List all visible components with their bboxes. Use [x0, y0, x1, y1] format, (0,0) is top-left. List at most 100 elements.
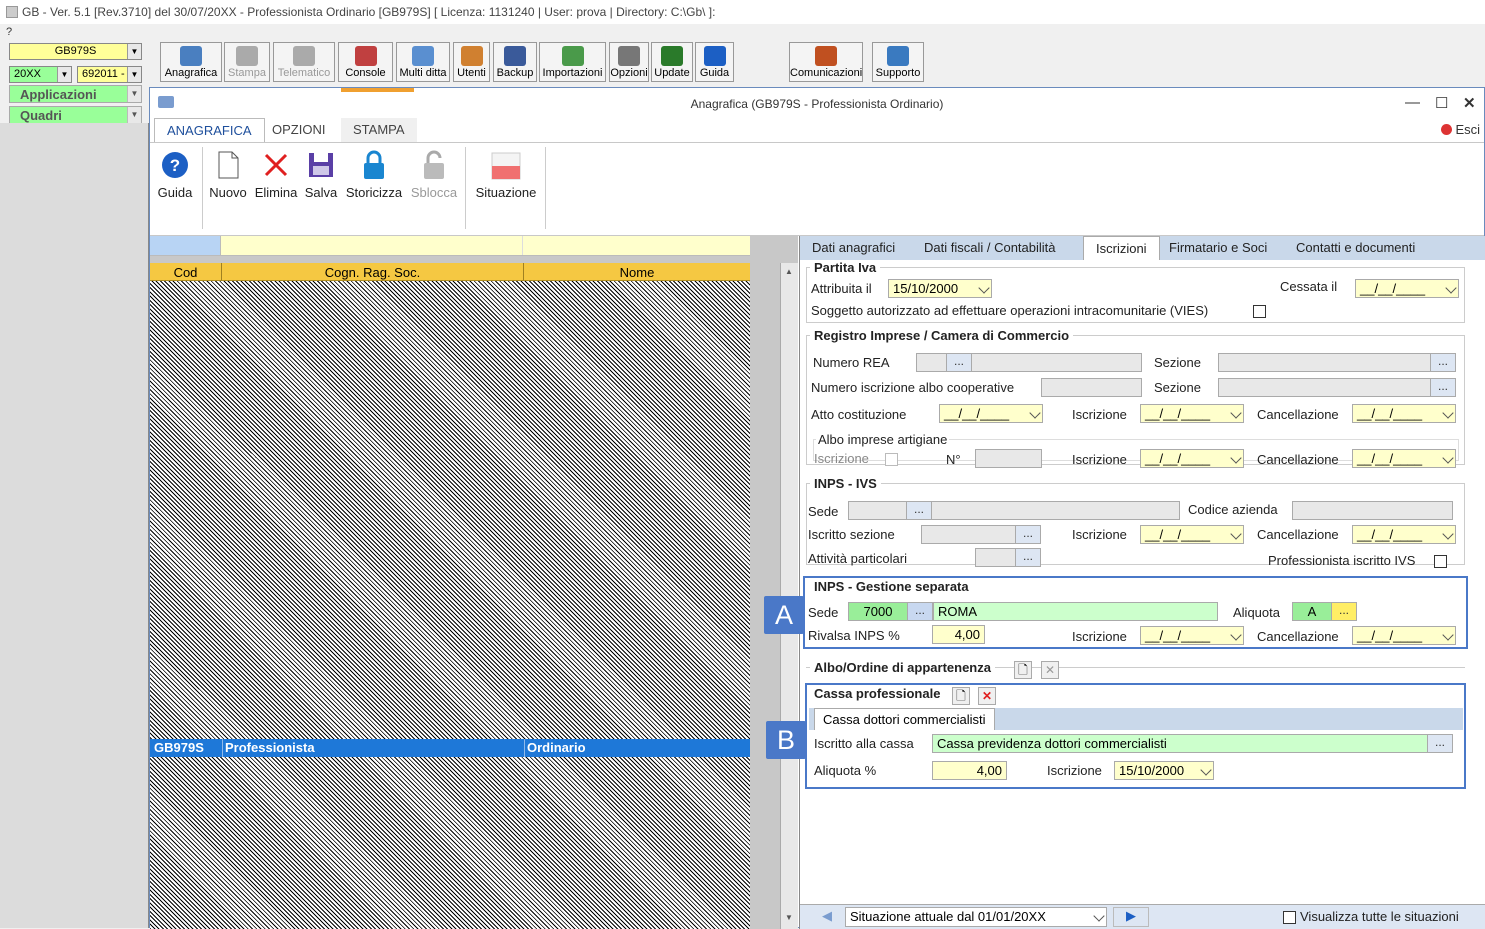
elimina-button[interactable]: Elimina	[253, 149, 299, 200]
gs-aliquota-field[interactable]: A	[1292, 602, 1332, 621]
guida-button[interactable]: ? Guida	[156, 149, 194, 200]
minimize-icon[interactable]: —	[1405, 94, 1420, 111]
sblocca-button[interactable]: Sblocca	[409, 149, 459, 200]
ribbon-tab-anagrafica[interactable]: ANAGRAFICA	[154, 118, 265, 142]
visualizza-tutte-checkbox[interactable]	[1283, 911, 1296, 924]
column-header-cod[interactable]: Cod	[150, 263, 222, 281]
previous-situation-icon[interactable]: ◀	[814, 908, 840, 926]
cassa-tab[interactable]: Cassa dottori commercialisti	[814, 708, 995, 730]
registro-iscrizione-date[interactable]: __/__/____	[1140, 404, 1244, 423]
gs-sede-code-field[interactable]: 7000	[848, 602, 908, 621]
cassa-new-icon[interactable]: 🗋	[952, 687, 970, 705]
vies-checkbox[interactable]	[1253, 305, 1266, 318]
sezione-field[interactable]	[1218, 353, 1456, 372]
toolbar-label: Utenti	[457, 67, 486, 79]
close-icon[interactable]: ✕	[1463, 94, 1476, 112]
code-select[interactable]: 692011 - ▼	[77, 66, 142, 83]
iscritto-cassa-lookup-button[interactable]: ...	[1427, 734, 1453, 753]
anagrafica-window: Anagrafica (GB979S - Professionista Ordi…	[149, 87, 1485, 929]
gs-aliquota-lookup-button[interactable]: ...	[1331, 602, 1357, 621]
callout-badge-b: B	[766, 721, 806, 759]
toolbar-console-button[interactable]: Console	[338, 42, 393, 82]
esci-button[interactable]: Esci	[1441, 122, 1480, 137]
ribbon-tab-opzioni[interactable]: OPZIONI	[260, 118, 337, 142]
artigiane-cancellazione-date[interactable]: __/__/____	[1352, 449, 1456, 468]
toolbar-supporto-button[interactable]: Supporto	[872, 42, 924, 82]
artigiane-cancellazione-label: Cancellazione	[1257, 452, 1339, 467]
nuovo-button[interactable]: Nuovo	[207, 149, 249, 200]
albo-delete-icon[interactable]: ✕	[1041, 661, 1059, 679]
cassa-iscrizione-date[interactable]: 15/10/2000	[1114, 761, 1214, 780]
ivs-sede-field[interactable]	[848, 501, 1180, 520]
situazione-select[interactable]: Situazione attuale dal 01/01/20XX	[845, 907, 1107, 927]
list-rows-obscured[interactable]	[150, 281, 750, 929]
toolbar-stampa-button[interactable]: Stampa	[224, 42, 270, 82]
situazione-button[interactable]: Situazione	[470, 149, 542, 200]
cessata-label: Cessata il	[1280, 279, 1338, 294]
gs-iscrizione-date[interactable]: __/__/____	[1140, 626, 1244, 645]
tab-dati-fiscali[interactable]: Dati fiscali / Contabilità	[912, 236, 1068, 260]
toolbar-anagrafica-button[interactable]: Anagrafica	[160, 42, 222, 82]
applicazioni-menu[interactable]: Applicazioni ▼	[9, 85, 142, 103]
cessata-date-field[interactable]: __/__/____	[1355, 279, 1459, 298]
column-header-nome[interactable]: Nome	[524, 263, 750, 281]
sezione-lookup-button[interactable]: ...	[1430, 353, 1456, 372]
rea-lookup-button[interactable]: ...	[946, 353, 972, 372]
registro-cancellazione-date[interactable]: __/__/____	[1352, 404, 1456, 423]
salva-button[interactable]: Salva	[303, 149, 339, 200]
professionista-ivs-checkbox[interactable]	[1434, 555, 1447, 568]
tab-contatti-documenti[interactable]: Contatti e documenti	[1284, 236, 1427, 260]
ribbon-tab-stampa[interactable]: STAMPA	[341, 118, 417, 142]
codice-azienda-field[interactable]	[1292, 501, 1453, 520]
attivita-lookup-button[interactable]: ...	[1015, 548, 1041, 567]
artigiane-numero-field[interactable]	[975, 449, 1042, 468]
iscritto-cassa-field[interactable]: Cassa previdenza dottori commercialisti	[932, 734, 1428, 753]
tab-iscrizioni[interactable]: Iscrizioni	[1083, 236, 1160, 260]
tab-dati-anagrafici[interactable]: Dati anagrafici	[800, 236, 907, 260]
cassa-aliquota-field[interactable]: 4,00	[932, 761, 1007, 780]
scroll-down-icon[interactable]: ▼	[785, 913, 793, 922]
albo-cooperative-field[interactable]	[1041, 378, 1142, 397]
cassa-delete-icon[interactable]: ✕	[978, 687, 996, 705]
gs-cancellazione-date[interactable]: __/__/____	[1352, 626, 1456, 645]
quadri-menu[interactable]: Quadri ▼	[9, 106, 142, 124]
cassa-title: Cassa professionale	[810, 686, 945, 701]
toolbar-update-button[interactable]: Update	[651, 42, 693, 82]
year-select[interactable]: 20XX ▼	[9, 66, 72, 83]
albo-new-icon[interactable]: 🗋	[1014, 661, 1032, 679]
sezione-coop-lookup-button[interactable]: ...	[1430, 378, 1456, 397]
iscritto-sezione-lookup-button[interactable]: ...	[1015, 525, 1041, 544]
help-menu[interactable]: ?	[6, 26, 12, 38]
toolbar-telematico-button[interactable]: Telematico	[273, 42, 335, 82]
toolbar-importazioni-button[interactable]: Importazioni	[539, 42, 606, 82]
atto-costituzione-date[interactable]: __/__/____	[939, 404, 1043, 423]
ivs-cancellazione-date[interactable]: __/__/____	[1352, 525, 1456, 544]
toolbar-multi-ditta-button[interactable]: Multi ditta	[396, 42, 450, 82]
toolbar-guida-button[interactable]: Guida	[695, 42, 734, 82]
company-select[interactable]: GB979S ▼	[9, 43, 142, 60]
tab-firmatario-soci[interactable]: Firmatario e Soci	[1157, 236, 1279, 260]
artigiane-iscrizione-date[interactable]: __/__/____	[1140, 449, 1244, 468]
gs-sede-name-field[interactable]: ROMA	[933, 602, 1218, 621]
update-icon	[661, 46, 683, 66]
scroll-up-icon[interactable]: ▲	[785, 267, 793, 276]
column-header-cognome[interactable]: Cogn. Rag. Soc.	[222, 263, 524, 281]
ivs-sede-lookup-button[interactable]: ...	[906, 501, 932, 520]
search-nome-input[interactable]	[523, 236, 750, 255]
storicizza-button[interactable]: Storicizza	[343, 149, 405, 200]
attribuita-date-field[interactable]: 15/10/2000	[888, 279, 992, 298]
toolbar-comunicazioni-button[interactable]: Comunicazioni	[789, 42, 863, 82]
rivalsa-field[interactable]: 4,00	[932, 625, 985, 644]
ivs-iscrizione-date[interactable]: __/__/____	[1140, 525, 1244, 544]
search-cognome-input[interactable]	[221, 236, 523, 255]
toolbar-utenti-button[interactable]: Utenti	[453, 42, 490, 82]
sezione-coop-field[interactable]	[1218, 378, 1456, 397]
maximize-icon[interactable]: ☐	[1435, 94, 1448, 112]
artigiane-iscrizione-checkbox[interactable]	[885, 453, 898, 466]
toolbar-backup-button[interactable]: Backup	[493, 42, 537, 82]
gs-sede-lookup-button[interactable]: ...	[907, 602, 933, 621]
search-cod-input[interactable]	[150, 236, 221, 255]
table-row-selected[interactable]: GB979S Professionista Ordinario	[150, 739, 750, 757]
toolbar-opzioni-button[interactable]: Opzioni	[609, 42, 649, 82]
next-situation-icon[interactable]: ▶	[1113, 907, 1149, 927]
